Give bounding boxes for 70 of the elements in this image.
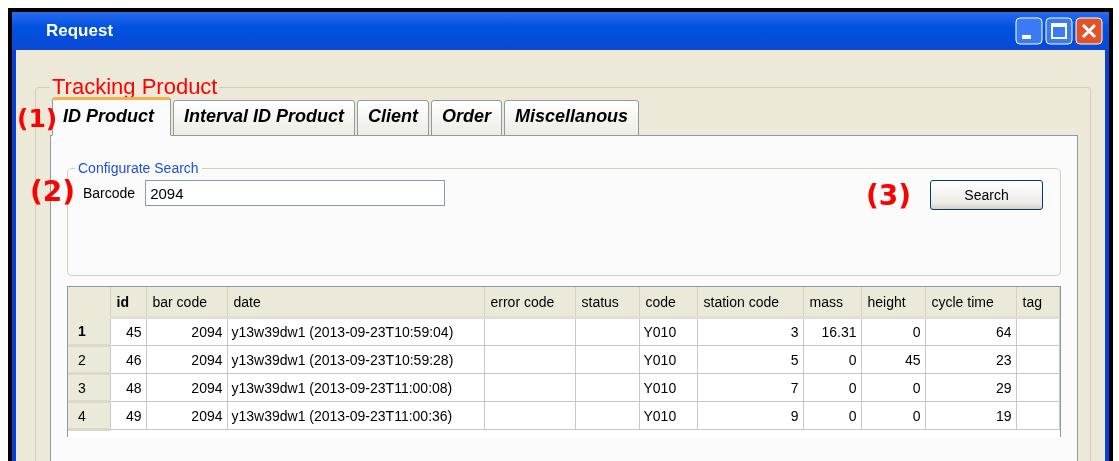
maximize-button[interactable]	[1045, 17, 1073, 45]
group-title: Tracking Product	[51, 74, 219, 100]
table-cell: 0	[803, 345, 861, 374]
table-cell: y13w39dw1 (2013-09-23T11:00:36)	[227, 401, 484, 430]
table-cell: 2094	[146, 345, 227, 374]
table-cell: 0	[803, 401, 861, 430]
table-cell: 0	[861, 373, 925, 402]
table-cell: Y010	[639, 401, 697, 430]
table-cell: 2094	[146, 401, 227, 430]
column-header[interactable]: station code	[697, 287, 803, 318]
column-header[interactable]: error code	[484, 287, 575, 318]
table-cell: 0	[861, 401, 925, 430]
table-cell: y13w39dw1 (2013-09-23T10:59:04)	[227, 317, 484, 346]
table-cell	[575, 345, 639, 374]
table-cell: 29	[925, 373, 1016, 402]
column-header[interactable]: id	[110, 287, 146, 318]
tab[interactable]: Miscellanous	[504, 100, 640, 136]
table-cell: y13w39dw1 (2013-09-23T11:00:08)	[227, 373, 484, 402]
table-cell: 0	[861, 317, 925, 346]
table-cell: 2094	[146, 373, 227, 402]
table-cell	[1016, 401, 1059, 430]
tab[interactable]: Order	[431, 100, 503, 136]
table-cell: 64	[925, 317, 1016, 346]
minimize-button[interactable]	[1015, 17, 1043, 45]
table-cell: 45	[861, 345, 925, 374]
column-header[interactable]: code	[639, 287, 697, 318]
table-cell: 46	[110, 345, 146, 374]
table-cell: y13w39dw1 (2013-09-23T10:59:28)	[227, 345, 484, 374]
annotation-label: (2)	[30, 178, 76, 206]
barcode-field[interactable]: 2094	[145, 180, 446, 206]
window-title: Request	[46, 21, 114, 41]
table-cell	[575, 401, 639, 430]
row-header[interactable]: 4	[68, 401, 110, 430]
close-button[interactable]	[1075, 17, 1103, 45]
column-header[interactable]: tag	[1016, 287, 1059, 318]
table-cell	[575, 317, 639, 346]
table-cell: 9	[697, 401, 803, 430]
column-header[interactable]: date	[227, 287, 484, 318]
tab[interactable]: Client	[357, 100, 430, 136]
table-cell: 19	[925, 401, 1016, 430]
table-cell: 5	[697, 345, 803, 374]
table-cell: 2094	[146, 317, 227, 346]
table-cell: 23	[925, 345, 1016, 374]
row-header[interactable]: 3	[68, 373, 110, 402]
barcode-label: Barcode	[83, 185, 136, 201]
column-header[interactable]: mass	[803, 287, 861, 318]
table-cell: Y010	[639, 373, 697, 402]
group-title: Configurate Search	[77, 160, 200, 176]
table-cell: Y010	[639, 345, 697, 374]
table-cell	[575, 373, 639, 402]
table-cell: Y010	[639, 317, 697, 346]
column-header[interactable]: bar code	[146, 287, 227, 318]
column-header[interactable]: status	[575, 287, 639, 318]
table-cell: 16.31	[803, 317, 861, 346]
row-header[interactable]: 2	[68, 345, 110, 374]
annotation-label: (3)	[866, 182, 912, 210]
table-cell: 45	[110, 317, 146, 346]
table-cell: 3	[697, 317, 803, 346]
table-cell	[1016, 373, 1059, 402]
table-cell	[1016, 317, 1059, 346]
row-header[interactable]: 1	[68, 317, 110, 346]
column-header[interactable]: cycle time	[925, 287, 1016, 318]
table-cell	[1016, 345, 1059, 374]
column-header[interactable]: height	[861, 287, 925, 318]
table-cell: 48	[110, 373, 146, 402]
table-cell: 49	[110, 401, 146, 430]
search-button[interactable]: Search	[930, 180, 1043, 210]
table-cell: 0	[803, 373, 861, 402]
table-cell: 7	[697, 373, 803, 402]
tab[interactable]: Interval ID Product	[173, 100, 356, 136]
